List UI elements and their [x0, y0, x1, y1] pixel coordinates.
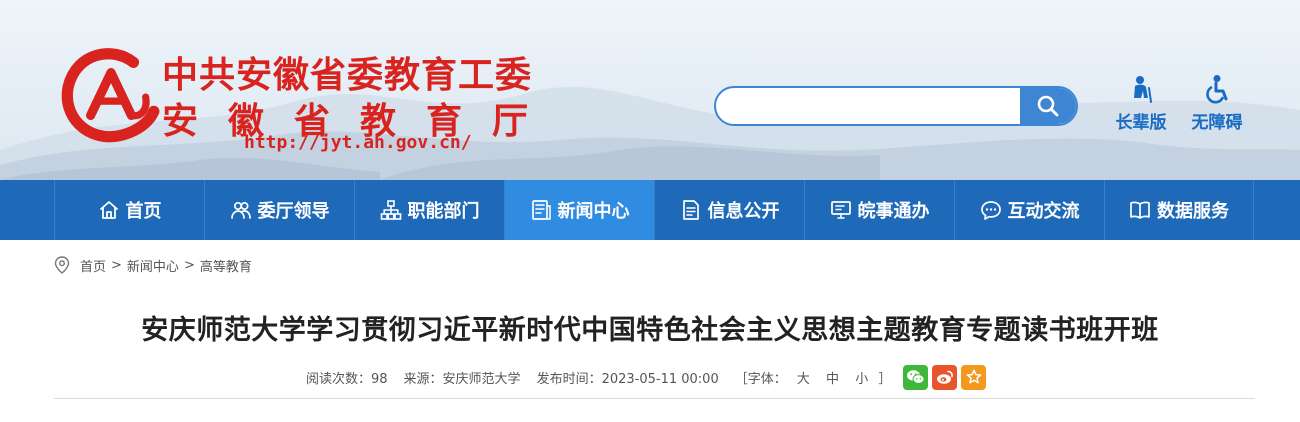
monitor-icon	[830, 201, 851, 219]
news-icon	[531, 200, 551, 220]
home-icon	[99, 201, 118, 219]
nav-label: 职能部门	[407, 201, 480, 222]
book-icon	[1130, 201, 1150, 219]
chat-icon	[980, 201, 1001, 220]
nav-label: 信息公开	[707, 201, 780, 222]
weibo-icon	[936, 370, 953, 384]
share-weibo-button[interactable]	[932, 364, 958, 390]
org-chart-icon	[380, 200, 401, 220]
article-meta: 阅读次数：98 来源：安庆师范大学 发布时间：2023-05-11 00:00 …	[306, 364, 987, 390]
breadcrumb-news-center[interactable]: 新闻中心	[127, 256, 179, 275]
nav-item-news-center[interactable]: 新闻中心	[504, 180, 654, 240]
nav-item-home[interactable]: 首页	[54, 180, 204, 240]
logo-emblem-icon	[61, 48, 160, 143]
font-size-medium[interactable]: 中	[826, 372, 839, 387]
elder-icon	[1134, 76, 1152, 103]
nav-label: 数据服务	[1157, 201, 1229, 222]
font-size-selector: ［字体： 大 中 小 ］	[735, 368, 892, 387]
share-wechat-button[interactable]	[903, 364, 929, 390]
article-source: 来源：安庆师范大学	[403, 371, 521, 387]
nav-label: 委厅领导	[257, 201, 330, 222]
font-size-bracket: ］	[878, 371, 892, 387]
breadcrumb-home[interactable]: 首页	[80, 256, 106, 275]
accessibility-button[interactable]: 无障碍	[1182, 74, 1252, 133]
wechat-icon	[907, 370, 925, 384]
breadcrumb-separator: >	[183, 257, 195, 273]
font-size-small[interactable]: 小	[855, 372, 868, 387]
nav-item-leaders[interactable]: 委厅领导	[204, 180, 354, 240]
nav-label: 互动交流	[1007, 201, 1080, 222]
publish-time: 发布时间：2023-05-11 00:00	[536, 371, 719, 387]
breadcrumb: 首页 > 新闻中心 > 高等教育	[54, 256, 252, 275]
view-count: 阅读次数：98	[306, 371, 388, 387]
font-size-large[interactable]: 大	[797, 372, 810, 387]
nav-item-departments[interactable]: 职能部门	[354, 180, 504, 240]
accessibility-label: 无障碍	[1191, 113, 1243, 133]
site-header: 中共安徽省委教育工委 安徽省教育厅 http://jyt.ah.gov.cn/ …	[0, 0, 1300, 180]
location-pin-icon	[54, 256, 70, 274]
title-divider	[54, 398, 1255, 399]
breadcrumb-separator: >	[111, 257, 122, 273]
search-icon	[1037, 95, 1059, 117]
nav-label: 皖事通办	[857, 201, 930, 222]
main-navigation: 首页 委厅领导 职能部门 新闻中心 信息公开 皖事通办 互动交流 数据服务	[0, 180, 1300, 240]
nav-item-data-services[interactable]: 数据服务	[1104, 180, 1254, 240]
article-title: 安庆师范大学学习贯彻习近平新时代中国特色社会主义思想主题教育专题读书班开班	[141, 315, 1159, 346]
add-favorite-button[interactable]	[961, 364, 987, 390]
nav-item-interaction[interactable]: 互动交流	[954, 180, 1104, 240]
document-icon	[682, 200, 699, 220]
elder-mode-button[interactable]: 长辈版	[1106, 74, 1176, 133]
leaders-icon	[230, 201, 251, 219]
favorite-star-icon	[966, 369, 982, 384]
search-input[interactable]	[716, 88, 1022, 124]
wheelchair-icon	[1206, 75, 1228, 104]
nav-item-online-services[interactable]: 皖事通办	[804, 180, 954, 240]
site-url: http://jyt.ah.gov.cn/	[244, 132, 472, 153]
nav-label: 新闻中心	[557, 201, 630, 222]
nav-label: 首页	[125, 201, 162, 222]
nav-item-info-disclosure[interactable]: 信息公开	[654, 180, 804, 240]
search-bar	[714, 86, 1078, 126]
elder-mode-label: 长辈版	[1115, 113, 1167, 133]
org-name-party: 中共安徽省委教育工委	[162, 55, 533, 96]
breadcrumb-higher-education[interactable]: 高等教育	[200, 256, 252, 275]
search-button[interactable]	[1020, 88, 1076, 124]
font-size-label: ［字体：	[734, 371, 787, 387]
